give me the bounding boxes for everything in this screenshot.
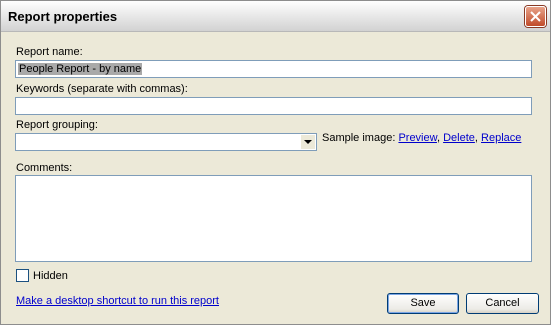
save-button[interactable]: Save [387,293,459,314]
keywords-input[interactable] [15,97,532,115]
keywords-label: Keywords (separate with commas): [16,83,188,95]
delete-link[interactable]: Delete [443,132,475,144]
hidden-label: Hidden [33,270,68,282]
close-button[interactable] [525,6,546,27]
report-name-label: Report name: [16,46,83,58]
cancel-button[interactable]: Cancel [466,293,539,314]
replace-link[interactable]: Replace [481,132,521,144]
sample-image-label: Sample image: [322,132,396,144]
report-name-input[interactable]: People Report - by name [15,60,532,78]
preview-link[interactable]: Preview [398,132,437,144]
desktop-shortcut-link[interactable]: Make a desktop shortcut to run this repo… [16,295,219,307]
comments-label: Comments: [16,162,73,174]
report-name-value: People Report - by name [18,63,143,75]
close-icon [530,11,541,22]
window-title: Report properties [8,9,118,24]
sample-image-row: Sample image: Preview, Delete, Replace [322,132,522,144]
comments-textarea[interactable] [15,175,532,262]
title-bar[interactable]: Report properties [1,1,550,32]
report-properties-dialog: Report properties Report name: People Re… [0,0,551,325]
chevron-down-icon [304,140,312,144]
hidden-checkbox[interactable] [16,269,29,282]
report-grouping-select[interactable] [15,133,317,151]
dropdown-button[interactable] [301,135,315,149]
report-grouping-label: Report grouping: [16,119,98,131]
